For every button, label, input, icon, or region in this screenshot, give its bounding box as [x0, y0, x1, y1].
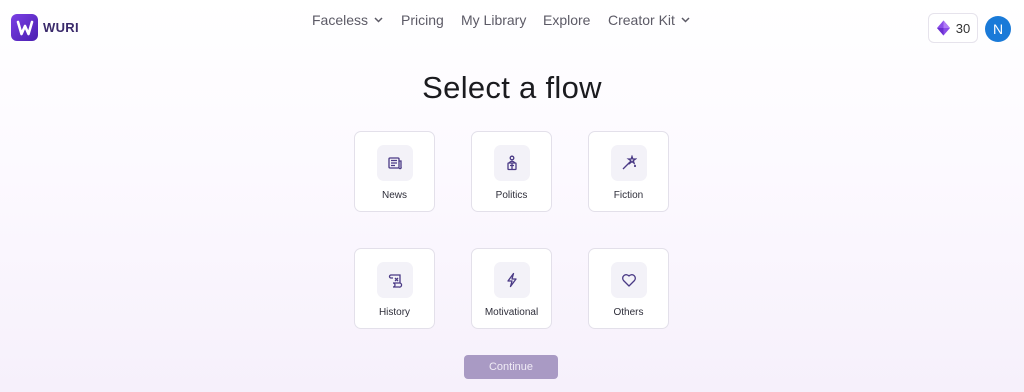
nav-creator-kit-label: Creator Kit: [608, 12, 675, 28]
nav-my-library-label: My Library: [461, 12, 527, 28]
continue-button[interactable]: Continue: [464, 355, 558, 379]
flow-label: Motivational: [484, 307, 539, 318]
heart-icon: [610, 262, 647, 298]
lightning-icon: [493, 262, 530, 298]
logo[interactable]: WURI: [11, 14, 79, 41]
chevron-down-icon: [681, 17, 690, 23]
credits-count: 30: [955, 20, 971, 36]
newspaper-icon: [376, 145, 413, 181]
top-navbar: WURI Faceless Pricing My Library Explore…: [0, 0, 1024, 58]
nav-my-library[interactable]: My Library: [461, 12, 526, 28]
nav-explore[interactable]: Explore: [543, 12, 590, 28]
flow-card-fiction[interactable]: Fiction: [588, 131, 669, 212]
magic-wand-icon: [610, 145, 647, 181]
page-title: Select a flow: [422, 70, 602, 105]
flow-label: Fiction: [613, 190, 644, 201]
credits-badge[interactable]: 30: [928, 13, 978, 43]
nav-faceless[interactable]: Faceless: [312, 12, 383, 28]
nav-faceless-label: Faceless: [312, 12, 369, 28]
logo-text: WURI: [43, 20, 79, 35]
nav-creator-kit[interactable]: Creator Kit: [608, 12, 690, 28]
avatar[interactable]: N: [985, 16, 1011, 42]
flow-card-history[interactable]: History: [354, 248, 435, 329]
flow-card-news[interactable]: News: [354, 131, 435, 212]
flow-label: News: [381, 190, 407, 201]
nav-pricing-label: Pricing: [401, 12, 444, 28]
nav-pricing[interactable]: Pricing: [401, 12, 444, 28]
flow-card-politics[interactable]: Politics: [471, 131, 552, 212]
nav-explore-label: Explore: [543, 12, 591, 28]
gem-icon: [936, 20, 950, 36]
avatar-initial: N: [992, 21, 1004, 37]
flow-card-others[interactable]: Others: [588, 248, 669, 329]
flow-label: Others: [613, 307, 644, 318]
flow-label: Politics: [495, 190, 528, 201]
flow-card-motivational[interactable]: Motivational: [471, 248, 552, 329]
podium-icon: [493, 145, 530, 181]
logo-icon: [11, 14, 38, 41]
chevron-down-icon: [374, 17, 383, 23]
flow-label: History: [378, 307, 411, 318]
scroll-icon: [376, 262, 413, 298]
